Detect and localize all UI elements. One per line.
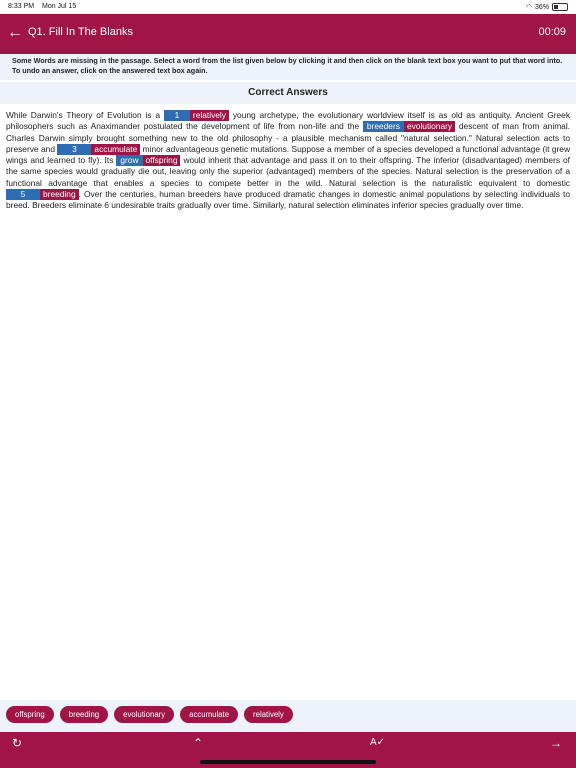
blank-3-user-answer[interactable]: 3: [57, 143, 92, 155]
status-date: Mon Jul 15: [42, 3, 77, 10]
back-arrow-icon[interactable]: ←: [6, 24, 24, 42]
word-bank: offspring breeding evolutionary accumula…: [0, 700, 576, 732]
word-chip-accumulate[interactable]: accumulate: [180, 706, 239, 723]
blank-4[interactable]: grow offspring: [116, 155, 181, 167]
word-chip-evolutionary[interactable]: evolutionary: [114, 706, 175, 723]
passage-text: . Over the centuries, human breeders hav…: [6, 189, 570, 211]
status-time: 8:33 PM: [8, 3, 35, 10]
status-bar: 8:33 PM Mon Jul 15 ◠ 36%: [0, 0, 576, 14]
instructions-panel: Some Words are missing in the passage. S…: [0, 54, 576, 80]
refresh-icon[interactable]: ↻: [12, 736, 22, 750]
battery-percent: 36%: [534, 3, 549, 11]
blank-3[interactable]: 3 accumulate: [57, 143, 141, 155]
passage-text: While Darwin's Theory of Evolution is a: [6, 110, 161, 120]
blank-2-correct-answer: evolutionary: [403, 121, 456, 133]
blank-4-correct-answer: offspring: [142, 155, 181, 167]
blank-5-user-answer[interactable]: 5: [6, 189, 40, 201]
blank-5[interactable]: 5 breeding: [6, 189, 79, 201]
blank-4-user-answer[interactable]: grow: [116, 155, 143, 167]
chevron-up-icon[interactable]: ⌃: [193, 736, 203, 750]
page-title: Q1. Fill In The Blanks: [28, 26, 133, 38]
blank-1-correct-answer: relatively: [189, 110, 229, 121]
battery-icon: [552, 3, 568, 11]
blank-3-correct-answer: accumulate: [91, 143, 141, 155]
word-chip-offspring[interactable]: offspring: [6, 706, 54, 723]
word-bank-chips: offspring breeding evolutionary accumula…: [6, 706, 293, 723]
correct-answers-heading: Correct Answers: [0, 82, 576, 104]
status-right: ◠ 36%: [526, 3, 568, 11]
word-chip-relatively[interactable]: relatively: [244, 706, 293, 723]
word-chip-breeding[interactable]: breeding: [59, 706, 109, 723]
instructions-text: Some Words are missing in the passage. S…: [12, 56, 563, 75]
timer: 00:09: [538, 26, 566, 38]
home-indicator: [200, 760, 376, 764]
blank-1[interactable]: 1 relatively: [163, 110, 229, 121]
blank-2-user-answer[interactable]: breeders: [362, 121, 404, 133]
blank-2[interactable]: breeders evolutionary: [362, 121, 456, 133]
passage: While Darwin's Theory of Evolution is a …: [6, 110, 570, 212]
spellcheck-icon[interactable]: A✓: [370, 736, 385, 750]
next-arrow-icon[interactable]: →: [550, 736, 562, 750]
wifi-icon: ◠: [525, 4, 532, 11]
blank-5-correct-answer: breeding: [40, 189, 79, 201]
app-header: ← Q1. Fill In The Blanks 00:09: [0, 14, 576, 54]
blank-1-user-answer[interactable]: 1: [163, 110, 190, 121]
